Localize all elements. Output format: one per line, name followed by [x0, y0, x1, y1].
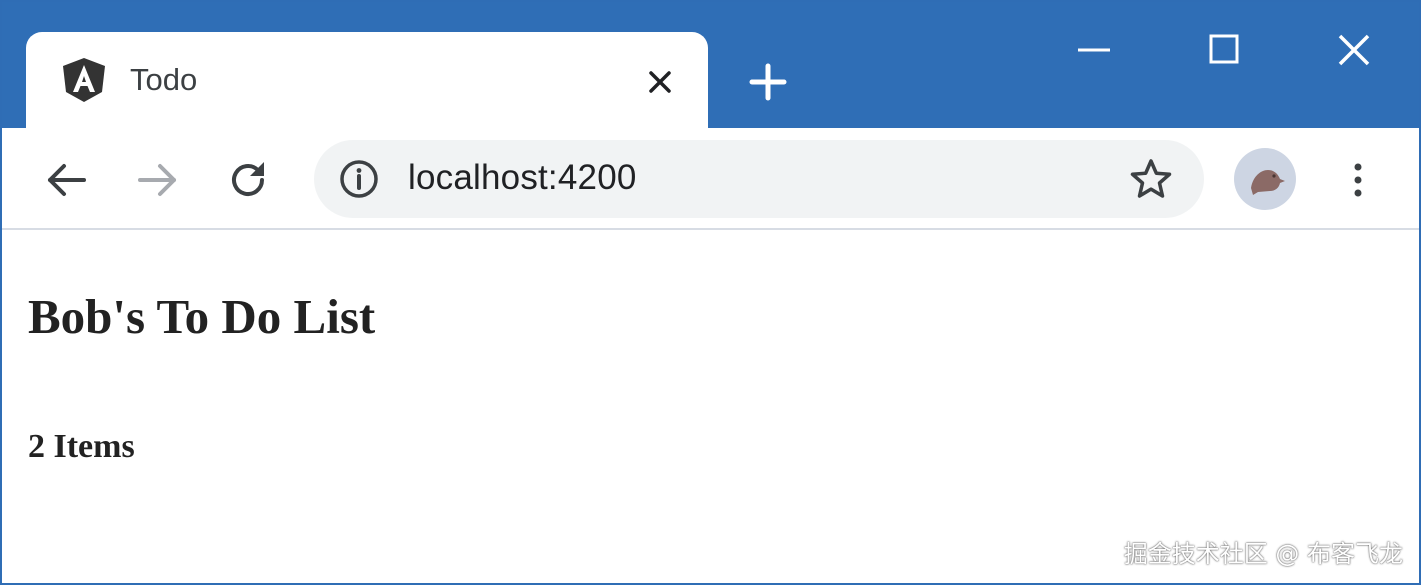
forward-icon[interactable] [134, 156, 182, 204]
page-content: Bob's To Do List 2 Items [2, 230, 1419, 583]
bookmark-star-icon[interactable] [1128, 156, 1174, 202]
info-icon[interactable] [338, 158, 380, 200]
tab-title: Todo [130, 62, 198, 97]
angular-icon [63, 58, 105, 102]
browser-tab[interactable]: Todo [26, 32, 708, 132]
reload-icon[interactable] [224, 156, 272, 204]
url-text: localhost:4200 [408, 158, 637, 197]
maximize-icon[interactable] [1200, 26, 1248, 74]
back-icon[interactable] [42, 156, 90, 204]
browser-titlebar: Todo [2, 2, 1419, 132]
item-count-heading: 2 Items [28, 428, 135, 465]
browser-window: Todo localhost:4200 Bob's To Do List 2 I… [0, 0, 1421, 585]
more-menu-icon[interactable] [1338, 156, 1378, 204]
page-title: Bob's To Do List [28, 289, 376, 344]
bird-icon [1251, 170, 1285, 195]
minimize-icon[interactable] [1070, 26, 1118, 74]
watermark-text: 掘金技术社区 @ 布客飞龙 [1123, 540, 1403, 568]
close-window-icon[interactable] [1330, 26, 1378, 74]
close-tab-icon[interactable] [642, 64, 678, 100]
browser-toolbar: localhost:4200 [2, 128, 1419, 230]
new-tab-icon[interactable] [744, 58, 792, 106]
profile-avatar[interactable] [1234, 148, 1296, 210]
address-bar[interactable]: localhost:4200 [314, 140, 1204, 218]
